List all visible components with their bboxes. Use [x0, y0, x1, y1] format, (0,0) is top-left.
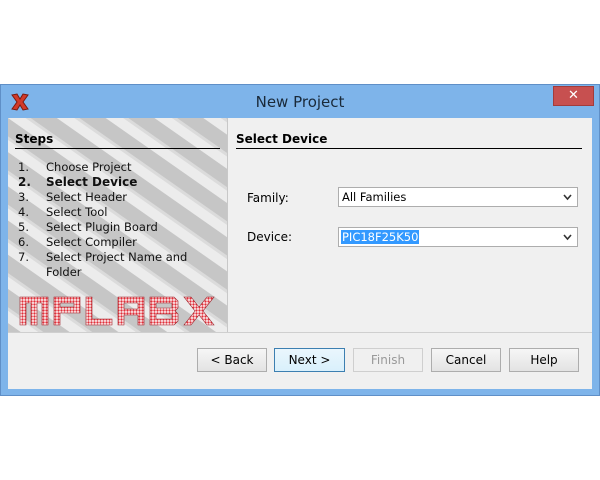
step-label: Select Project Name and Folder: [46, 250, 188, 279]
title-bar[interactable]: New Project ✕: [1, 85, 599, 118]
device-value[interactable]: PIC18F25K50: [341, 230, 420, 244]
step-item: 4. Select Tool: [18, 205, 218, 220]
step-label: Select Compiler: [46, 235, 137, 249]
step-number: 7.: [18, 250, 29, 264]
button-bar-divider: [8, 332, 592, 333]
step-label: Select Plugin Board: [46, 220, 158, 234]
content-divider: [236, 148, 582, 149]
cancel-button[interactable]: Cancel: [431, 348, 501, 372]
next-button[interactable]: Next >: [274, 348, 345, 372]
device-combobox[interactable]: PIC18F25K50: [338, 227, 578, 247]
step-number: 5.: [18, 220, 29, 234]
new-project-dialog: New Project ✕ Steps 1. Choose Project 2. Se…: [0, 84, 600, 396]
device-label: Device:: [247, 230, 293, 244]
step-item: 5. Select Plugin Board: [18, 220, 218, 235]
content-heading: Select Device: [236, 132, 328, 146]
step-item: 6. Select Compiler: [18, 235, 218, 250]
step-item: 1. Choose Project: [18, 160, 218, 175]
help-button[interactable]: Help: [509, 348, 579, 372]
mplabx-logo: [19, 296, 215, 326]
step-item: 3. Select Header: [18, 190, 218, 205]
back-button[interactable]: < Back: [197, 348, 267, 372]
step-item: 7. Select Project Name and Folder: [18, 250, 218, 280]
step-label: Select Header: [46, 190, 128, 204]
step-number: 2.: [18, 175, 31, 189]
dialog-body: Steps 1. Choose Project 2. Select Device 3. S…: [8, 118, 592, 389]
finish-button: Finish: [353, 348, 423, 372]
steps-divider: [15, 148, 220, 149]
step-number: 1.: [18, 160, 29, 174]
steps-heading: Steps: [15, 132, 54, 146]
chevron-down-icon[interactable]: [563, 193, 572, 201]
family-value: All Families: [342, 190, 407, 204]
family-combobox[interactable]: All Families: [338, 187, 578, 207]
steps-list: 1. Choose Project 2. Select Device 3. Select …: [18, 160, 218, 280]
step-item: 2. Select Device: [18, 175, 218, 190]
window-title: New Project: [255, 93, 345, 111]
step-number: 6.: [18, 235, 29, 249]
family-label: Family:: [247, 191, 289, 205]
panel-divider: [227, 118, 228, 332]
step-label: Select Tool: [46, 205, 108, 219]
close-button[interactable]: ✕: [553, 86, 594, 106]
step-label: Select Device: [46, 175, 138, 189]
step-number: 4.: [18, 205, 29, 219]
step-number: 3.: [18, 190, 29, 204]
steps-panel: Steps 1. Choose Project 2. Select Device 3. S…: [8, 118, 227, 332]
step-label: Choose Project: [46, 160, 132, 174]
chevron-down-icon[interactable]: [563, 233, 572, 241]
